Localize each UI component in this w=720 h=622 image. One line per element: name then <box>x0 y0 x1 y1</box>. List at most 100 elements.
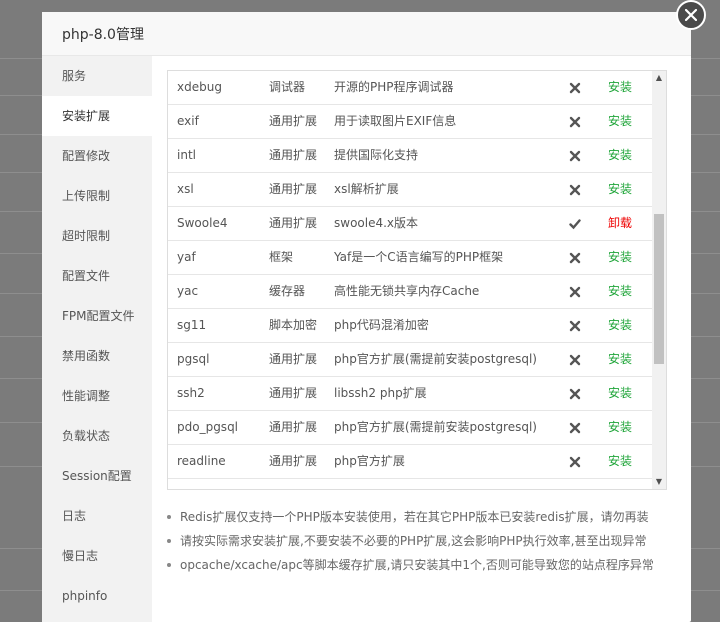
extension-name: readline <box>177 454 226 468</box>
extension-description: 用于读取图片EXIF信息 <box>334 114 457 128</box>
extension-type: 通用扩展 <box>269 148 318 162</box>
check-icon <box>567 206 583 240</box>
extension-name: sg11 <box>177 318 207 332</box>
extension-description: xsl解析扩展 <box>334 182 399 196</box>
sidebar-item[interactable]: 配置修改 <box>42 136 152 176</box>
note-text: opcache/xcache/apc等脚本缓存扩展,请只安装其中1个,否则可能导… <box>180 558 654 572</box>
install-link[interactable]: 安装 <box>608 71 632 104</box>
dialog-header: php-8.0管理 <box>42 12 691 56</box>
install-link[interactable]: 安装 <box>608 342 632 376</box>
extension-type: 通用扩展 <box>269 182 318 196</box>
note-text: 请按实际需求安装扩展,不要安装不必要的PHP扩展,这会影响PHP执行效率,甚至出… <box>180 534 647 548</box>
extension-description: php官方扩展(需提前安装postgresql) <box>334 352 537 366</box>
scroll-down-arrow-icon[interactable]: ▼ <box>652 475 666 489</box>
extension-description: libssh2 php扩展 <box>334 386 427 400</box>
scroll-up-arrow-icon[interactable]: ▲ <box>652 71 666 85</box>
sidebar-item[interactable]: 性能调整 <box>42 376 152 416</box>
cross-icon <box>567 172 583 206</box>
sidebar-item[interactable]: 禁用函数 <box>42 336 152 376</box>
extension-name: yaf <box>177 250 196 264</box>
cross-icon <box>567 410 583 444</box>
install-link[interactable]: 安装 <box>608 410 632 444</box>
table-row: pdo_pgsql 通用扩展 php官方扩展(需提前安装postgresql) 安装 <box>168 410 654 445</box>
extension-description: 提供国际化支持 <box>334 148 419 162</box>
extension-name: ssh2 <box>177 386 205 400</box>
table-row: intl 通用扩展 提供国际化支持 安装 <box>168 138 654 173</box>
sidebar-item[interactable]: 配置文件 <box>42 256 152 296</box>
table-row: readline 通用扩展 php官方扩展 安装 <box>168 444 654 479</box>
cross-icon <box>567 308 583 342</box>
sidebar-item[interactable]: 慢日志 <box>42 536 152 576</box>
table-row: exif 通用扩展 用于读取图片EXIF信息 安装 <box>168 104 654 139</box>
extension-description: 高性能无锁共享内存Cache <box>334 284 480 298</box>
sidebar-item[interactable]: phpinfo <box>42 576 152 616</box>
close-dialog-button[interactable] <box>676 0 706 30</box>
table-row: xsl 通用扩展 xsl解析扩展 安装 <box>168 172 654 207</box>
settings-sidebar: 服务 安装扩展 配置修改 上传限制 超时限制 配置文件 FPM配置文件 禁用函数 性能调整 负载状… <box>42 56 152 622</box>
uninstall-link[interactable]: 卸载 <box>608 206 632 240</box>
install-link[interactable]: 安装 <box>608 138 632 172</box>
extension-name: xdebug <box>177 80 222 94</box>
note-item: Redis扩展仅支持一个PHP版本安装使用，若在其它PHP版本已安装redis扩… <box>167 508 649 525</box>
sidebar-item[interactable]: 负载状态 <box>42 416 152 456</box>
install-link[interactable]: 安装 <box>608 444 632 478</box>
extension-type: 缓存器 <box>269 284 306 298</box>
extension-name: pdo_pgsql <box>177 420 239 434</box>
extension-description: swoole4.x版本 <box>334 216 419 230</box>
extension-name: exif <box>177 114 199 128</box>
table-row: pgsql 通用扩展 php官方扩展(需提前安装postgresql) 安装 <box>168 342 654 377</box>
sidebar-item[interactable]: Session配置 <box>42 456 152 496</box>
dialog-title: php-8.0管理 <box>62 27 144 43</box>
extension-type: 通用扩展 <box>269 386 318 400</box>
extension-name: yac <box>177 284 199 298</box>
note-text: Redis扩展仅支持一个PHP版本安装使用，若在其它PHP版本已安装redis扩… <box>180 510 649 524</box>
extension-type: 框架 <box>269 250 294 264</box>
php-manage-dialog: php-8.0管理 服务 安装扩展 配置修改 上传限制 超时限制 配置文件 FPM配置文件禁… <box>42 12 691 622</box>
cross-icon <box>567 138 583 172</box>
install-link[interactable]: 安装 <box>608 274 632 308</box>
extension-type: 通用扩展 <box>269 216 318 230</box>
extension-name: Swoole4 <box>177 216 228 230</box>
table-scrollbar[interactable]: ▲ ▼ <box>652 71 666 489</box>
bullet-icon <box>167 562 171 567</box>
extension-description: php官方扩展 <box>334 454 405 468</box>
sidebar-item[interactable]: 服务 <box>42 56 152 96</box>
sidebar-item[interactable]: 安装扩展 <box>42 96 152 136</box>
note-item: 请按实际需求安装扩展,不要安装不必要的PHP扩展,这会影响PHP执行效率,甚至出… <box>167 532 646 549</box>
cross-icon <box>567 104 583 138</box>
install-link[interactable]: 安装 <box>608 240 632 274</box>
extension-description: php官方扩展(需提前安装postgresql) <box>334 420 537 434</box>
sidebar-item[interactable]: FPM配置文件 <box>42 296 152 336</box>
cross-icon <box>567 342 583 376</box>
table-row: xdebug 调试器 开源的PHP程序调试器 安装 <box>168 71 654 105</box>
extension-table: xdebug 调试器 开源的PHP程序调试器 安装 exif 通用扩展 用于读取图片EXIF… <box>167 70 667 490</box>
table-row: yac 缓存器 高性能无锁共享内存Cache 安装 <box>168 274 654 309</box>
install-link[interactable]: 安装 <box>608 376 632 410</box>
extension-type: 脚本加密 <box>269 318 318 332</box>
extension-description: php代码混淆加密 <box>334 318 429 332</box>
bullet-icon <box>167 538 171 543</box>
cross-icon <box>567 71 583 104</box>
scroll-thumb[interactable] <box>654 214 664 364</box>
install-link[interactable]: 安装 <box>608 308 632 342</box>
cross-icon <box>567 444 583 478</box>
extension-type: 通用扩展 <box>269 352 318 366</box>
close-icon <box>685 9 697 21</box>
extension-type: 通用扩展 <box>269 114 318 128</box>
table-row: ssh2 通用扩展 libssh2 php扩展 安装 <box>168 376 654 411</box>
extension-name: pgsql <box>177 352 210 366</box>
extension-name: xsl <box>177 182 194 196</box>
install-link[interactable]: 安装 <box>608 104 632 138</box>
table-row: yaf 框架 Yaf是一个C语言编写的PHP框架 安装 <box>168 240 654 275</box>
bullet-icon <box>167 514 171 519</box>
sidebar-item[interactable]: 超时限制 <box>42 216 152 256</box>
sidebar-item[interactable]: 日志 <box>42 496 152 536</box>
install-link[interactable]: 安装 <box>608 172 632 206</box>
cross-icon <box>567 240 583 274</box>
extension-name: intl <box>177 148 196 162</box>
sidebar-item[interactable]: 上传限制 <box>42 176 152 216</box>
extension-description: Yaf是一个C语言编写的PHP框架 <box>334 250 504 264</box>
cross-icon <box>567 274 583 308</box>
extension-type: 调试器 <box>269 80 306 94</box>
extension-type: 通用扩展 <box>269 454 318 468</box>
